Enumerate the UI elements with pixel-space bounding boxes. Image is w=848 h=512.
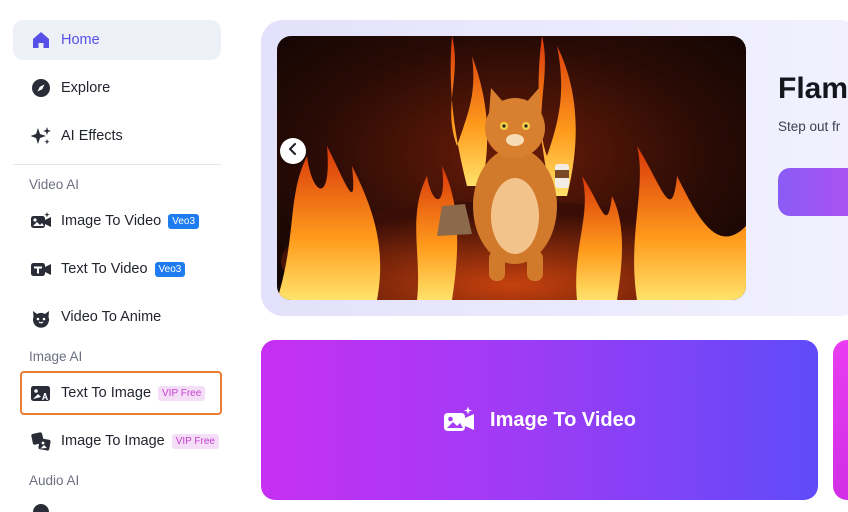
sidebar-item-label: Explore: [61, 80, 111, 96]
vip-free-badge: VIP Free: [171, 433, 219, 449]
sidebar-item-label: Text To Video: [61, 261, 148, 277]
image-video-icon: [30, 210, 52, 232]
section-title-image-ai: Image AI: [29, 349, 83, 364]
sidebar-item-image-to-image[interactable]: Image To Image VIP Free: [13, 421, 221, 461]
veo3-badge: Veo3: [168, 213, 200, 229]
sidebar-item-label: AI Effects: [61, 128, 123, 144]
carousel-prev-button[interactable]: [280, 138, 306, 164]
sidebar-item-label: Image To Video: [61, 213, 162, 229]
section-title-audio-ai: Audio AI: [29, 473, 80, 488]
hero-image[interactable]: [277, 36, 746, 300]
sidebar-item-video-to-anime[interactable]: Video To Anime: [13, 297, 221, 337]
chevron-left-icon: [288, 142, 298, 160]
hero-title: Flam: [778, 72, 848, 105]
sidebar-item-home[interactable]: Home: [13, 20, 221, 60]
sidebar-item-label: Text To Image: [61, 385, 152, 401]
sidebar-item-text-to-image[interactable]: Text To Image VIP Free: [20, 371, 222, 415]
sparkles-icon: [30, 125, 52, 147]
sidebar-item-label: Video To Anime: [61, 309, 162, 325]
anime-face-icon: [30, 306, 52, 328]
feature-card-image-to-video[interactable]: Image To Video: [261, 340, 818, 500]
vip-free-badge: VIP Free: [158, 385, 206, 401]
sidebar-divider: [13, 164, 221, 165]
sidebar-item-label: Home: [61, 32, 100, 48]
sidebar-item-audio-partial[interactable]: [13, 497, 221, 512]
feature-card-next[interactable]: [833, 340, 848, 500]
home-icon: [30, 29, 52, 51]
compass-icon: [30, 77, 52, 99]
sidebar-item-image-to-video[interactable]: Image To Video Veo3: [13, 201, 221, 241]
text-image-icon: [30, 382, 52, 404]
feature-card-label: Image To Video: [490, 408, 636, 431]
hero-banner: Flam Step out fr: [261, 20, 848, 316]
text-video-icon: [30, 258, 52, 280]
sidebar-item-ai-effects[interactable]: AI Effects: [13, 116, 221, 156]
hero-subtitle: Step out fr: [778, 119, 841, 134]
section-title-video-ai: Video AI: [29, 177, 80, 192]
sidebar: Home Explore AI Effects Video AI Image T…: [0, 0, 236, 512]
audio-icon: [30, 501, 52, 512]
hero-cta-button[interactable]: [778, 168, 848, 216]
sidebar-item-label: Image To Image: [61, 433, 165, 449]
image-image-icon: [30, 430, 52, 452]
veo3-badge: Veo3: [154, 261, 186, 277]
sidebar-item-text-to-video[interactable]: Text To Video Veo3: [13, 249, 221, 289]
sidebar-item-explore[interactable]: Explore: [13, 68, 221, 108]
image-video-icon: [443, 406, 475, 434]
